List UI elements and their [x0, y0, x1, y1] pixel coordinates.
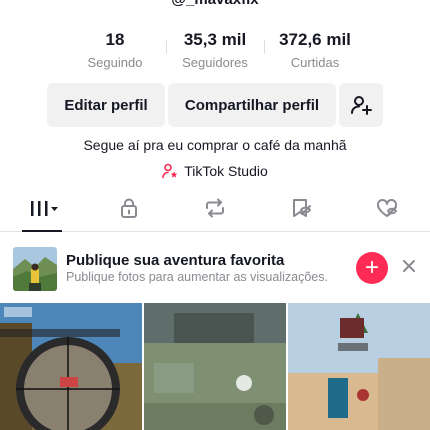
- add-friend-button[interactable]: [339, 83, 383, 127]
- video-thumbnail[interactable]: [144, 303, 286, 430]
- tiktok-studio-label: TikTok Studio: [184, 163, 268, 179]
- video-grid: [0, 303, 430, 430]
- liked-hidden-icon: [377, 198, 397, 217]
- tab-saved[interactable]: [258, 197, 344, 231]
- stat-likes-label: Curtidas: [290, 55, 340, 70]
- saved-hidden-icon: [293, 199, 311, 217]
- tab-videos[interactable]: [0, 197, 86, 232]
- stat-likes[interactable]: 372,6 mil Curtidas: [270, 30, 360, 70]
- profile-stats: 18 Seguindo 35,3 mil Seguidores 372,6 mi…: [70, 30, 360, 70]
- stat-likes-value: 372,6 mil: [279, 30, 351, 49]
- plus-icon: +: [364, 254, 379, 281]
- promo-publish-button[interactable]: +: [356, 252, 388, 284]
- profile-bio: Segue aí pra eu comprar o café da manhã: [83, 137, 347, 153]
- promo-subtitle: Publique fotos para aumentar as visualiz…: [66, 270, 328, 284]
- stat-followers-label: Seguidores: [182, 55, 248, 70]
- promo-thumbnail: [13, 247, 57, 291]
- profile-tabs: [0, 197, 430, 232]
- video-thumbnail[interactable]: [288, 303, 430, 430]
- stat-following-label: Seguindo: [87, 55, 143, 70]
- close-icon[interactable]: [402, 259, 416, 273]
- lock-icon: [121, 198, 137, 218]
- stat-followers[interactable]: 35,3 mil Seguidores: [170, 30, 260, 70]
- tab-reposts[interactable]: [172, 197, 258, 231]
- tab-private[interactable]: [86, 197, 172, 231]
- add-user-icon: [351, 96, 372, 115]
- stat-divider: [264, 40, 265, 54]
- stat-following[interactable]: 18 Seguindo: [70, 30, 160, 70]
- studio-person-star-icon: [162, 163, 178, 179]
- stat-divider: [166, 40, 167, 54]
- video-thumbnail[interactable]: [0, 303, 142, 430]
- tiktok-studio-link[interactable]: TikTok Studio: [0, 163, 430, 179]
- edit-profile-button[interactable]: Editar perfil: [47, 83, 165, 127]
- publish-promo-banner: Publique sua aventura favorita Publique …: [0, 239, 430, 299]
- promo-title: Publique sua aventura favorita: [66, 252, 285, 269]
- stat-followers-value: 35,3 mil: [183, 30, 247, 49]
- profile-username: @_mavaxflx: [0, 0, 430, 8]
- repost-icon: [206, 198, 224, 218]
- stat-following-value: 18: [105, 30, 125, 49]
- share-profile-button[interactable]: Compartilhar perfil: [168, 83, 336, 127]
- videos-grid-icon: [31, 201, 58, 216]
- tab-liked[interactable]: [344, 197, 430, 231]
